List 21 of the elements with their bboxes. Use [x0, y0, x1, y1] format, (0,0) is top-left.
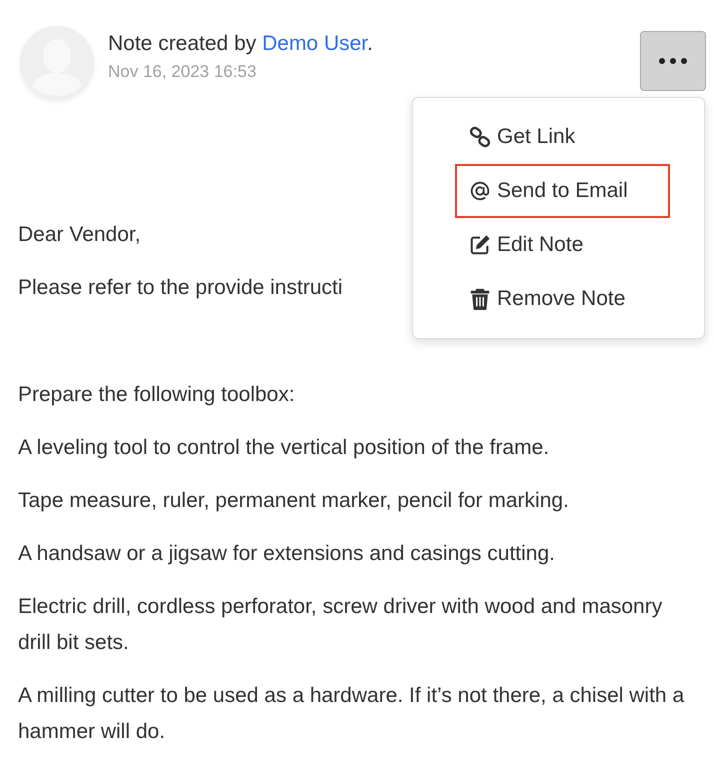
more-icon	[658, 57, 688, 65]
note-paragraph: Electric drill, cordless perforator, screw driver with wood and masonry drill bit sets.	[18, 594, 664, 656]
note-paragraph: Tape measure, ruler, permanent marker, pencil for marking.	[18, 488, 569, 514]
more-options-button[interactable]	[640, 31, 706, 91]
author-link[interactable]: Demo User	[262, 32, 368, 55]
note-paragraph: A handsaw or a jigsaw for extensions and casings cutting.	[18, 541, 555, 567]
menu-item[interactable]: Edit Note	[455, 218, 670, 272]
menu-item[interactable]: Remove Note	[455, 272, 670, 326]
greeting-text: Dear Vendor,	[18, 222, 141, 248]
intro-text: Please refer to the provide instructi	[18, 275, 342, 301]
menu-item[interactable]: Get Link	[455, 110, 670, 164]
trash-icon	[469, 288, 491, 310]
note-paragraph: A milling cutter to be used as a hardware. If it’s not there, a chisel with a hammer will do.	[18, 683, 686, 745]
menu-item[interactable]: Send to Email	[455, 164, 670, 218]
edit-icon	[469, 234, 491, 256]
note-date: Nov 16, 2023 16:53	[108, 62, 258, 82]
note-author-line: Note created by Demo User.	[108, 31, 374, 57]
at-sign-icon	[469, 180, 491, 202]
note-paragraph: Prepare the following toolbox:	[18, 382, 295, 408]
chain-link-icon	[469, 126, 491, 148]
note-paragraph: A leveling tool to control the vertical position of the frame.	[18, 435, 550, 461]
